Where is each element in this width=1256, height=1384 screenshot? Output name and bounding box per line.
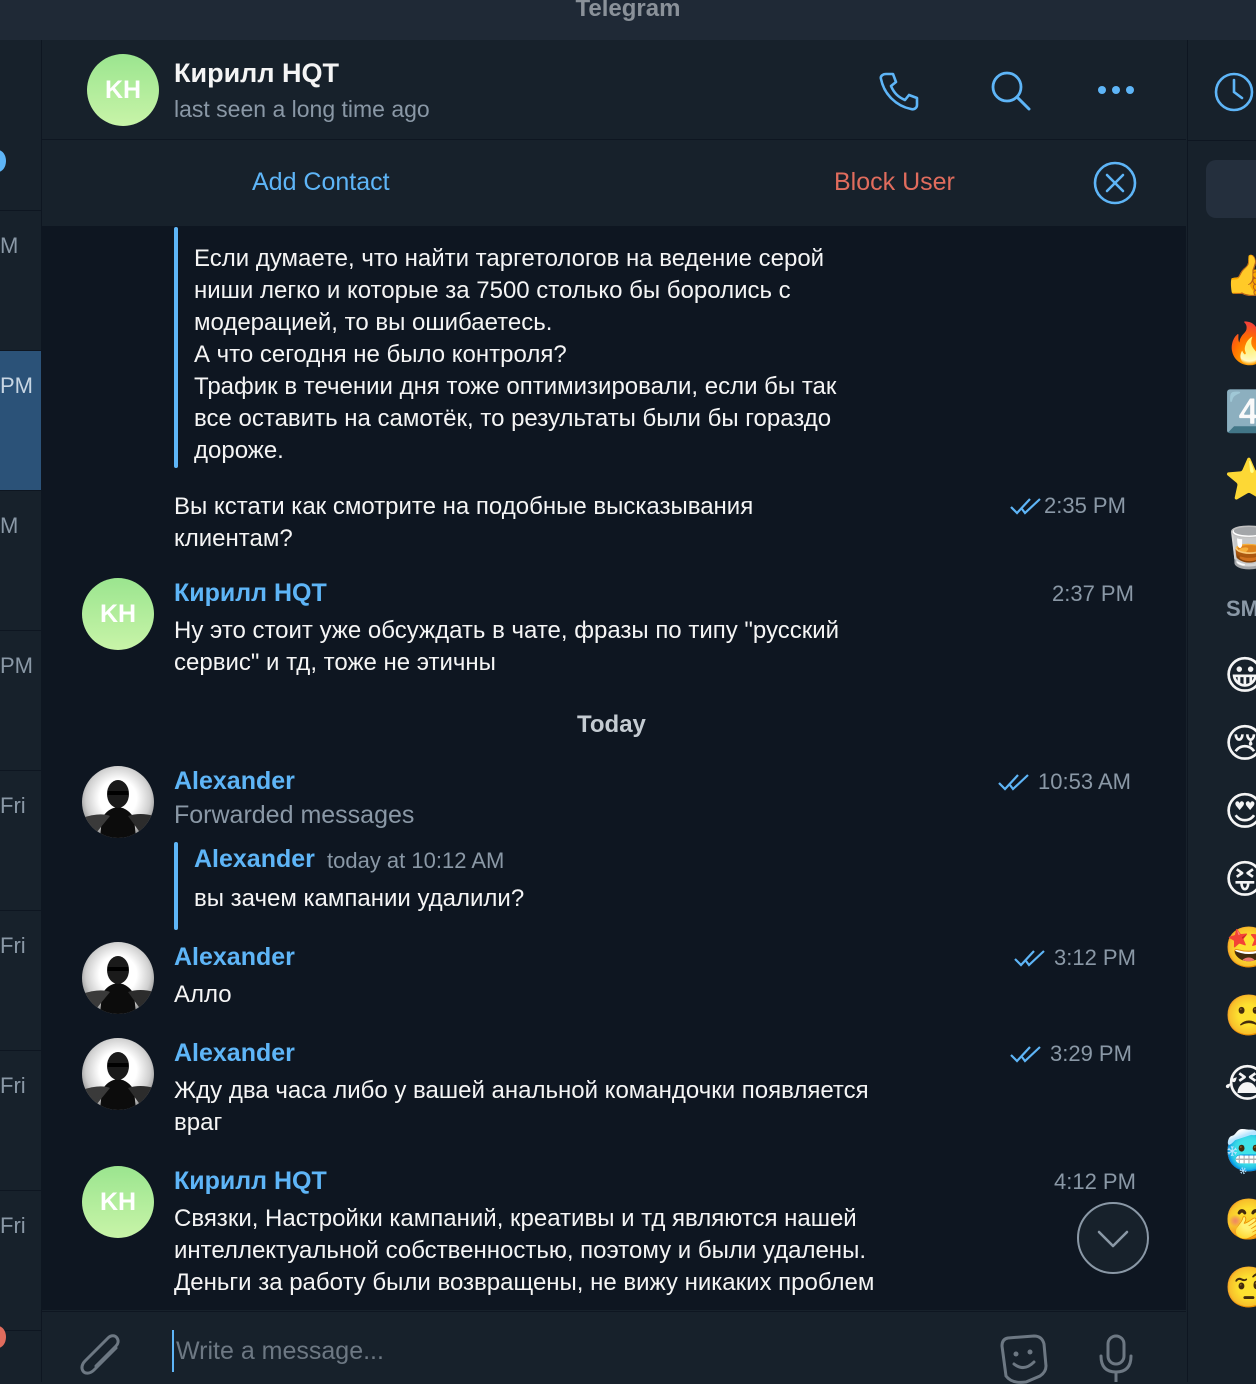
emoji[interactable]: 🥶: [1224, 1128, 1256, 1176]
message-text: Связки, Настройки кампаний, креативы и т…: [174, 1205, 875, 1296]
chat-list-item-time: PM: [0, 653, 33, 678]
emoji-section-label: SM: [1226, 596, 1256, 621]
message-text: Вы кстати как смотрите на подобные выска…: [174, 493, 754, 552]
avatar-photo: [82, 780, 154, 838]
emoji[interactable]: 🤭: [1224, 1196, 1256, 1244]
emoji[interactable]: 😢: [1224, 720, 1256, 768]
double-check-icon: [998, 774, 1029, 791]
emoji[interactable]: ⭐: [1224, 456, 1256, 504]
avatar[interactable]: KH: [82, 578, 154, 650]
emoji[interactable]: 👍: [1224, 252, 1256, 300]
message-input[interactable]: [172, 1330, 958, 1372]
search-icon[interactable]: [988, 68, 1032, 112]
window-titlebar: Telegram: [0, 0, 1256, 40]
date-separator: Today: [577, 711, 646, 738]
chat-list-item[interactable]: Fri: [0, 911, 41, 1051]
message-text: Ну это стоит уже обсуждать в чате, фразы…: [174, 617, 840, 676]
block-user-button[interactable]: Block User: [834, 168, 955, 197]
chat-list-item-time: Fri: [0, 933, 26, 958]
emoji-panel-header: [1188, 40, 1256, 141]
message-list[interactable]: Если думаете, что найти таргетологов на …: [42, 227, 1186, 1310]
chat-status: last seen a long time ago: [174, 96, 430, 122]
emoji[interactable]: 😝: [1224, 856, 1256, 904]
paperclip-icon[interactable]: [78, 1334, 128, 1384]
emoji[interactable]: 😀: [1224, 652, 1256, 700]
avatar[interactable]: KH: [87, 54, 159, 126]
chat-list-item-time: Fri: [0, 1073, 26, 1098]
quote-bar: [174, 842, 178, 930]
message-sender[interactable]: Кирилл HQT: [174, 1167, 327, 1196]
emoji[interactable]: 4️⃣: [1224, 388, 1256, 436]
chat-list-item[interactable]: Fri: [0, 1051, 41, 1191]
emoji[interactable]: 🤩: [1224, 924, 1256, 972]
message-sender[interactable]: Кирилл HQT: [174, 579, 327, 608]
chat-list-item[interactable]: Fri: [0, 771, 41, 911]
emoji[interactable]: 🙁: [1224, 992, 1256, 1040]
chat-list-item-time: Fri: [0, 1213, 26, 1238]
chat-list-item[interactable]: [0, 71, 41, 211]
double-check-icon: [1010, 1046, 1041, 1063]
emoji[interactable]: 🤨: [1224, 1264, 1256, 1312]
message-sender[interactable]: Alexander: [174, 767, 295, 796]
avatar-photo: [82, 956, 154, 1014]
chat-header: KH Кирилл HQT last seen a long time ago: [42, 40, 1186, 140]
double-check-icon: [1010, 498, 1041, 515]
chat-list-item[interactable]: PM: [0, 631, 41, 771]
forward-subtitle: Forwarded messages: [174, 801, 415, 829]
cut-off-line: [262, 227, 512, 231]
emoji-search-field[interactable]: [1206, 160, 1256, 218]
chat-list-item-time: M: [0, 513, 19, 538]
emoji-panel: 👍 🔥 4️⃣ ⭐ 🥃 SM 😀 😢 😍 😝 🤩 🙁 😭 🥶 🤭 🤨: [1187, 40, 1256, 1382]
message-time: 4:12 PM: [1054, 1169, 1136, 1194]
message-text: Жду два часа либо у вашей анальной коман…: [174, 1077, 869, 1136]
message-time: 10:53 AM: [1038, 769, 1131, 794]
message-time: 3:12 PM: [1054, 945, 1136, 970]
chat-list-item-time: PM: [0, 373, 33, 398]
chat-title[interactable]: Кирилл HQT: [174, 58, 339, 89]
microphone-icon[interactable]: [1098, 1332, 1134, 1384]
avatar[interactable]: [82, 942, 154, 1014]
contact-action-bar: Add Contact Block User: [42, 140, 1186, 227]
close-icon[interactable]: [1092, 160, 1138, 206]
emoji[interactable]: 🔥: [1224, 320, 1256, 368]
emoji[interactable]: 🥃: [1224, 524, 1256, 572]
chat-list-item[interactable]: M: [0, 211, 41, 351]
quote-bar: [174, 227, 178, 468]
avatar[interactable]: [82, 766, 154, 838]
add-contact-button[interactable]: Add Contact: [252, 168, 390, 197]
chat-list-item[interactable]: M: [0, 491, 41, 631]
message-time: 2:37 PM: [1052, 581, 1134, 606]
more-icon[interactable]: [1094, 68, 1138, 112]
chat-list-item-active[interactable]: PM: [0, 351, 41, 491]
message-sender[interactable]: Alexander: [174, 1039, 295, 1068]
message-text: Алло: [174, 981, 232, 1008]
avatar[interactable]: KH: [82, 1166, 154, 1238]
chevron-down-icon: [1097, 1230, 1129, 1248]
scroll-down-button[interactable]: [1077, 1202, 1149, 1274]
sticker-icon[interactable]: [998, 1332, 1050, 1384]
chat-list-item-time: M: [0, 233, 19, 258]
chat-list-item[interactable]: Fri: [0, 1191, 41, 1331]
avatar[interactable]: [82, 1038, 154, 1110]
phone-icon[interactable]: [876, 68, 920, 112]
message-sender[interactable]: Alexander: [174, 943, 295, 972]
message-text: Если думаете, что найти таргетологов на …: [194, 245, 837, 464]
message-text: вы зачем кампании удалили?: [194, 885, 525, 912]
emoji[interactable]: 😍: [1224, 788, 1256, 836]
avatar-photo: [82, 1052, 154, 1110]
forwarded-sender[interactable]: Alexander: [194, 845, 315, 874]
message-composer: [42, 1311, 1186, 1384]
emoji[interactable]: 😭: [1224, 1060, 1256, 1108]
chat-list: M PM M PM Fri Fri Fri Fri: [0, 40, 42, 1382]
message-time: 2:35 PM: [1044, 493, 1126, 518]
window-title: Telegram: [575, 0, 681, 22]
recent-clock-icon[interactable]: [1212, 70, 1256, 114]
chat-list-item-time: Fri: [0, 793, 26, 818]
double-check-icon: [1014, 950, 1045, 967]
forwarded-time: today at 10:12 AM: [327, 848, 505, 873]
message-time: 3:29 PM: [1050, 1041, 1132, 1066]
